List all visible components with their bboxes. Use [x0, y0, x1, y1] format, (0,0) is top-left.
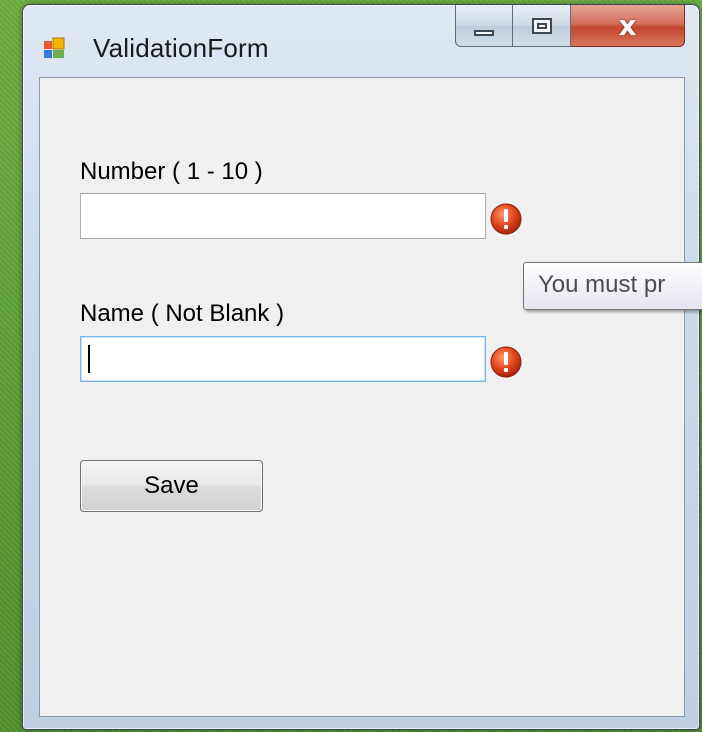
minimize-button[interactable]: [455, 5, 513, 47]
window-controls: x: [455, 5, 685, 49]
app-icon: [44, 37, 65, 58]
error-tooltip: You must pr: [523, 262, 702, 310]
title-bar[interactable]: ValidationForm x: [23, 5, 699, 75]
name-label: Name ( Not Blank ): [80, 300, 285, 327]
name-error-icon[interactable]: [489, 345, 523, 379]
validation-form-window: ValidationForm x Number ( 1 - 10 ) Name …: [22, 4, 700, 730]
save-button[interactable]: Save: [80, 460, 263, 512]
name-input-wrapper: [80, 336, 486, 382]
window-title: ValidationForm: [93, 33, 269, 63]
close-button[interactable]: x: [571, 5, 685, 47]
text-caret: [88, 345, 90, 373]
error-tooltip-text: You must pr: [538, 271, 666, 298]
number-label: Number ( 1 - 10 ): [80, 158, 263, 185]
number-error-icon[interactable]: [489, 202, 523, 236]
maximize-button[interactable]: [513, 5, 571, 47]
maximize-icon: [531, 17, 552, 34]
name-input[interactable]: [80, 336, 486, 382]
number-input[interactable]: [80, 193, 486, 239]
minimize-icon: [474, 29, 494, 36]
close-icon: x: [618, 8, 637, 42]
form-client-area: Number ( 1 - 10 ) Name ( Not Blank ) Sav…: [39, 77, 685, 717]
